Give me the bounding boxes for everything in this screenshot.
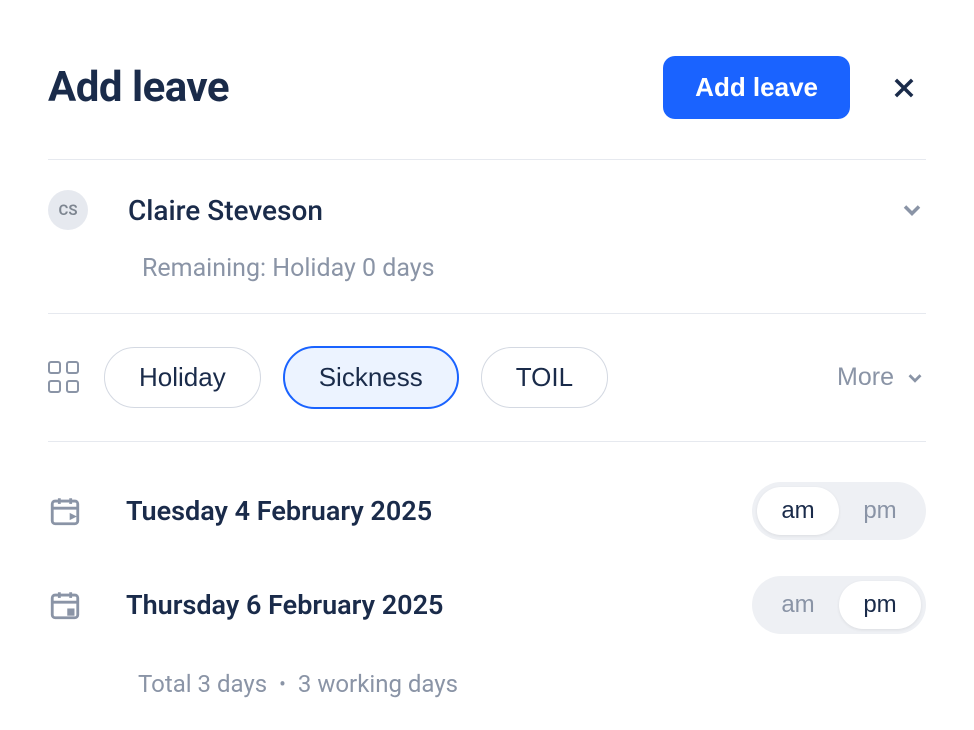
leave-type-holiday[interactable]: Holiday [104, 347, 261, 408]
leave-type-toil[interactable]: TOIL [481, 347, 608, 408]
calendar-end-icon [48, 588, 82, 622]
end-date-row: Thursday 6 February 2025 am pm [48, 576, 926, 634]
close-icon [890, 74, 918, 102]
page-title: Add leave [48, 63, 229, 112]
end-am-option[interactable]: am [757, 581, 839, 629]
working-days: 3 working days [298, 670, 458, 698]
start-date-label[interactable]: Tuesday 4 February 2025 [126, 495, 708, 527]
start-ampm-toggle: am pm [752, 482, 926, 540]
avatar: CS [48, 190, 88, 230]
more-types-button[interactable]: More [837, 363, 926, 392]
separator-dot: • [279, 674, 286, 694]
calendar-start-icon [48, 494, 82, 528]
user-name: Claire Steveson [128, 194, 858, 227]
chevron-down-icon [904, 367, 926, 389]
total-days: Total 3 days [138, 670, 267, 698]
user-section: CS Claire Steveson Remaining: Holiday 0 … [48, 160, 926, 313]
end-date-label[interactable]: Thursday 6 February 2025 [126, 589, 708, 621]
end-ampm-toggle: am pm [752, 576, 926, 634]
end-pm-option[interactable]: pm [839, 581, 921, 629]
start-am-option[interactable]: am [757, 487, 839, 535]
add-leave-button[interactable]: Add leave [663, 56, 850, 119]
start-date-row: Tuesday 4 February 2025 am pm [48, 482, 926, 540]
more-label: More [837, 363, 894, 392]
leave-type-sickness[interactable]: Sickness [283, 346, 459, 409]
grid-icon[interactable] [48, 361, 82, 395]
start-pm-option[interactable]: pm [839, 487, 921, 535]
user-selector[interactable]: CS Claire Steveson [48, 190, 926, 230]
close-button[interactable] [882, 66, 926, 110]
total-summary: Total 3 days • 3 working days [138, 670, 926, 698]
remaining-balance: Remaining: Holiday 0 days [142, 254, 926, 283]
chevron-down-icon [898, 196, 926, 224]
